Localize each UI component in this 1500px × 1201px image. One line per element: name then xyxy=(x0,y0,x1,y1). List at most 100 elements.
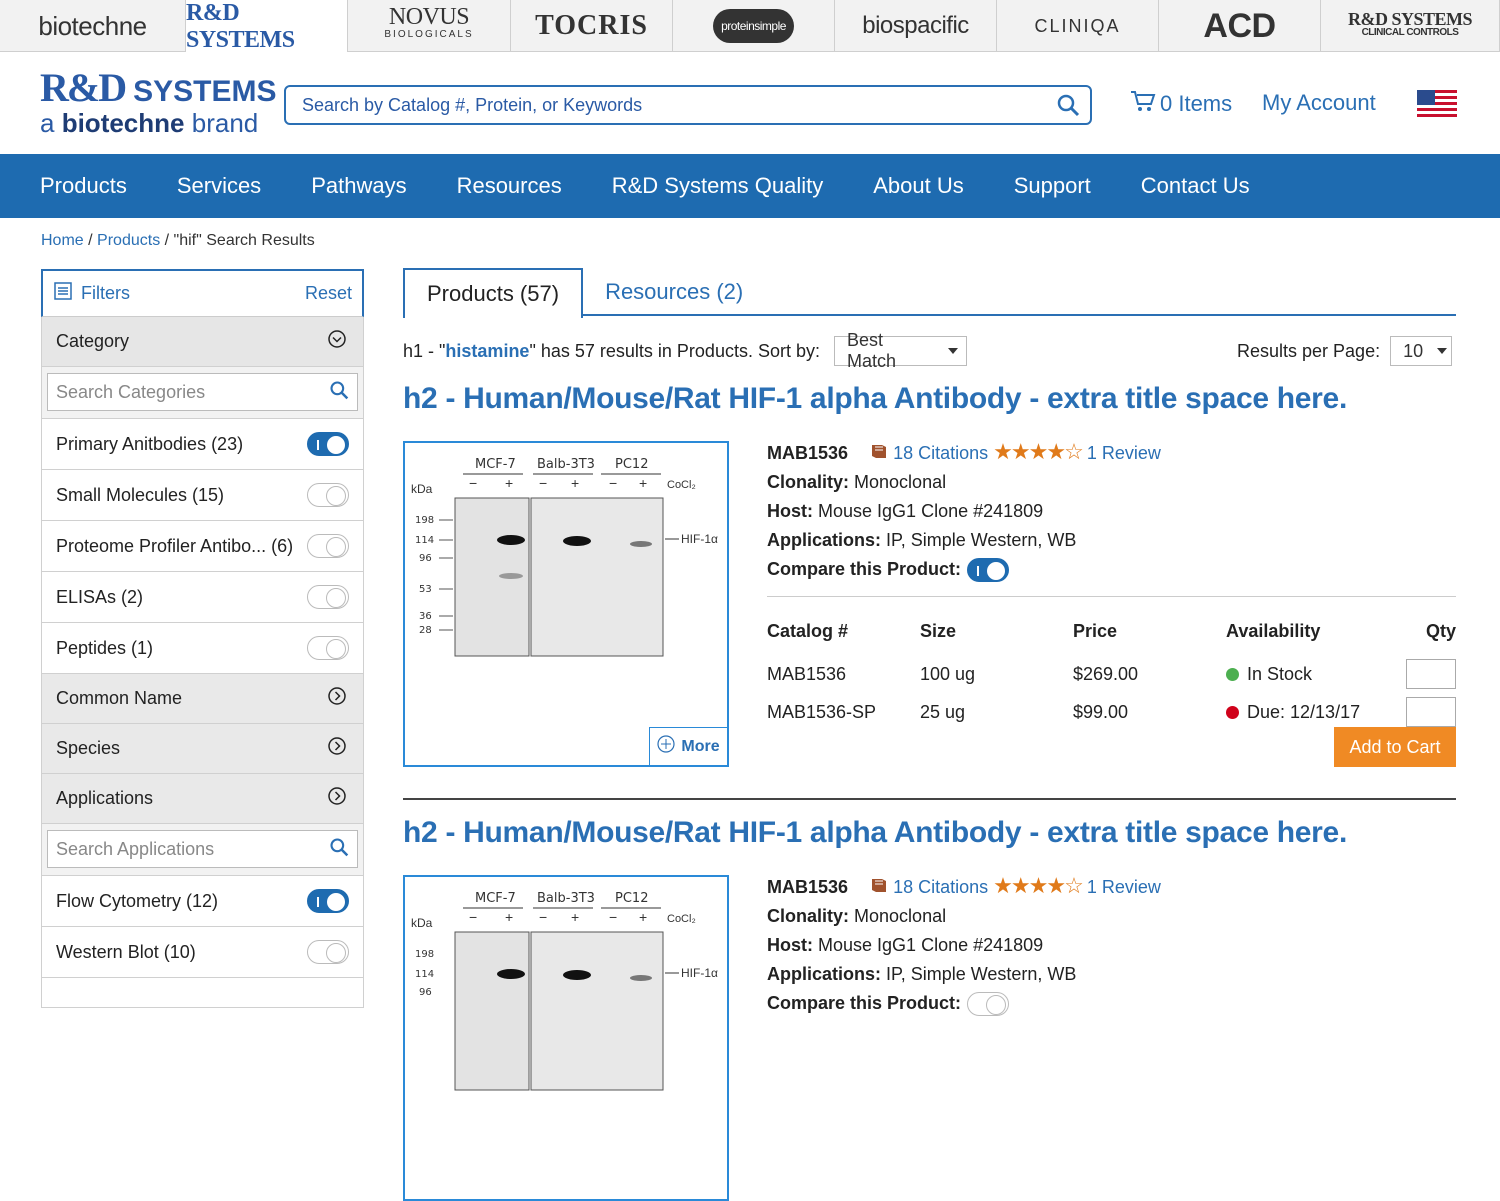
us-flag-icon[interactable] xyxy=(1417,90,1457,117)
filter-section-category[interactable]: Category xyxy=(41,317,364,367)
cart-link[interactable]: 0 Items xyxy=(1130,90,1232,118)
col-availability: Availability xyxy=(1226,620,1321,641)
marker-28: 28 xyxy=(419,625,432,636)
brand-label: biotechne xyxy=(38,10,147,41)
search-input[interactable] xyxy=(286,88,1046,122)
nav-about[interactable]: About Us xyxy=(873,173,964,199)
brand-tab-rnd-systems[interactable]: R&D SYSTEMS xyxy=(186,0,348,53)
marker-36: 36 xyxy=(419,611,432,622)
compare-label: Compare this Product: xyxy=(767,993,962,1013)
sign-4: + xyxy=(571,909,579,925)
brand-label: proteinsimple xyxy=(713,9,794,43)
nav-resources[interactable]: Resources xyxy=(457,173,562,199)
brand-label: NOVUS xyxy=(388,4,470,30)
marker-114: 114 xyxy=(415,969,434,980)
product-image[interactable]: MCF-7 Balb-3T3 PC12 − + − + − + CoCl₂ kDa 1… xyxy=(403,441,729,767)
marker-114: 114 xyxy=(415,535,434,546)
filter-toggle[interactable] xyxy=(307,483,349,507)
chevron-right-icon xyxy=(327,736,347,761)
qty-input[interactable] xyxy=(1406,659,1456,689)
product-title[interactable]: h2 - Human/Mouse/Rat HIF-1 alpha Antibod… xyxy=(403,382,1347,416)
product-image[interactable]: MCF-7 Balb-3T3 PC12 − + − + − + CoCl₂ kDa 1… xyxy=(403,875,729,1201)
marker-198: 198 xyxy=(415,515,434,526)
marker-53: 53 xyxy=(419,584,432,595)
compare-toggle[interactable] xyxy=(967,991,1010,1016)
in-stock-icon xyxy=(1226,667,1239,681)
nav-services[interactable]: Services xyxy=(177,173,261,199)
applications-value: IP, Simple Western, WB xyxy=(886,530,1077,550)
clonality-value: Monoclonal xyxy=(854,906,947,926)
nav-support[interactable]: Support xyxy=(1014,173,1091,199)
brand-label: R&D SYSTEMS xyxy=(1347,9,1473,29)
search-applications-input[interactable]: Search Applications xyxy=(47,830,358,868)
nav-pathways[interactable]: Pathways xyxy=(311,173,406,199)
filter-toggle[interactable] xyxy=(307,585,349,609)
results-summary: h1 - " histamine " has 57 results in Produ… xyxy=(403,330,967,371)
sign-2: + xyxy=(505,475,513,491)
nav-quality[interactable]: R&D Systems Quality xyxy=(612,173,824,199)
brand-tab-biospacific[interactable]: biospacific xyxy=(835,0,997,52)
col-size: Size xyxy=(920,620,957,641)
brand-tab-proteinsimple[interactable]: proteinsimple xyxy=(673,0,835,52)
host-label: Host: xyxy=(767,935,813,955)
citations-link[interactable]: 18 Citations xyxy=(893,443,988,463)
reviews-link[interactable]: 1 Review xyxy=(1087,877,1161,897)
brand-tab-cliniqa[interactable]: CLINIQA xyxy=(997,0,1159,52)
tagline-end: brand xyxy=(191,108,259,138)
band-1 xyxy=(497,969,525,979)
book-icon xyxy=(870,877,888,897)
sign-6: + xyxy=(639,909,647,925)
cart-icon xyxy=(1130,90,1156,118)
breadcrumb-products[interactable]: Products xyxy=(97,232,160,249)
compare-toggle[interactable] xyxy=(967,557,1010,582)
tagline-a: a xyxy=(40,108,55,138)
nav-products[interactable]: Products xyxy=(40,173,127,199)
product-title[interactable]: h2 - Human/Mouse/Rat HIF-1 alpha Antibod… xyxy=(403,816,1347,850)
filters-reset-link[interactable]: Reset xyxy=(305,283,352,304)
tab-products[interactable]: Products (57) xyxy=(403,268,584,318)
filter-section-applications[interactable]: Applications xyxy=(41,774,364,824)
filter-section-common-name[interactable]: Common Name xyxy=(41,674,364,724)
rpp-select[interactable]: 10 xyxy=(1390,336,1453,366)
sign-5: − xyxy=(609,475,617,491)
results-keyword[interactable]: histamine xyxy=(445,341,529,362)
col-price: Price xyxy=(1073,620,1118,641)
reviews-link[interactable]: 1 Review xyxy=(1087,443,1161,463)
search-categories-input[interactable]: Search Categories xyxy=(47,373,358,411)
sort-select[interactable]: Best Match xyxy=(833,330,967,371)
brand-tab-tocris[interactable]: TOCRIS xyxy=(511,0,673,52)
results-suffix: " has 57 results in Products. Sort by: xyxy=(529,340,820,361)
main-nav: Products Services Pathways Resources R&D… xyxy=(0,154,1500,218)
brand-tab-biotechne[interactable]: biotechne xyxy=(0,0,186,52)
search-icon xyxy=(329,380,349,405)
filter-toggle[interactable] xyxy=(307,889,349,913)
section-label: Species xyxy=(56,738,121,758)
brand-tab-acd[interactable]: ACD xyxy=(1159,0,1321,52)
my-account-link[interactable]: My Account xyxy=(1262,90,1376,116)
add-to-cart-button[interactable]: Add to Cart xyxy=(1334,727,1456,767)
filter-toggle[interactable] xyxy=(307,636,349,660)
brand-tab-clinical-controls[interactable]: R&D SYSTEMS CLINICAL CONTROLS xyxy=(1321,0,1500,52)
more-images-button[interactable]: More xyxy=(649,727,727,765)
applications-row: Applications: IP, Simple Western, WB xyxy=(767,526,1161,555)
product-meta-row: MAB1536 18 Citations ★★★★☆ 1 Review xyxy=(767,871,1161,902)
filter-toggle[interactable] xyxy=(307,534,349,558)
filter-toggle[interactable] xyxy=(307,940,349,964)
results-per-page: Results per Page: 10 xyxy=(1237,336,1453,366)
tab-resources[interactable]: Resources (2) xyxy=(583,268,765,316)
filter-toggle[interactable] xyxy=(307,432,349,456)
filter-label: Flow Cytometry (12) xyxy=(56,890,219,911)
filter-item-primary-antibodies: Primary Anitbodies (23) xyxy=(41,419,364,470)
citations-link[interactable]: 18 Citations xyxy=(893,877,988,897)
brand-label: R&D SYSTEMS xyxy=(186,0,295,53)
search-icon[interactable] xyxy=(1046,93,1090,117)
brand-sublabel: BIOLOGICALS xyxy=(384,29,474,40)
site-logo[interactable]: R&D SYSTEMS xyxy=(40,68,276,112)
breadcrumb-home[interactable]: Home xyxy=(41,232,84,249)
brand-tab-novus[interactable]: NOVUS BIOLOGICALS xyxy=(348,0,511,52)
nav-contact[interactable]: Contact Us xyxy=(1141,173,1250,199)
qty-input[interactable] xyxy=(1406,697,1456,727)
filter-section-species[interactable]: Species xyxy=(41,724,364,774)
lane-label-2: Balb-3T3 xyxy=(537,891,595,906)
product-info: MAB1536 18 Citations ★★★★☆ 1 Review Clon… xyxy=(767,437,1161,584)
